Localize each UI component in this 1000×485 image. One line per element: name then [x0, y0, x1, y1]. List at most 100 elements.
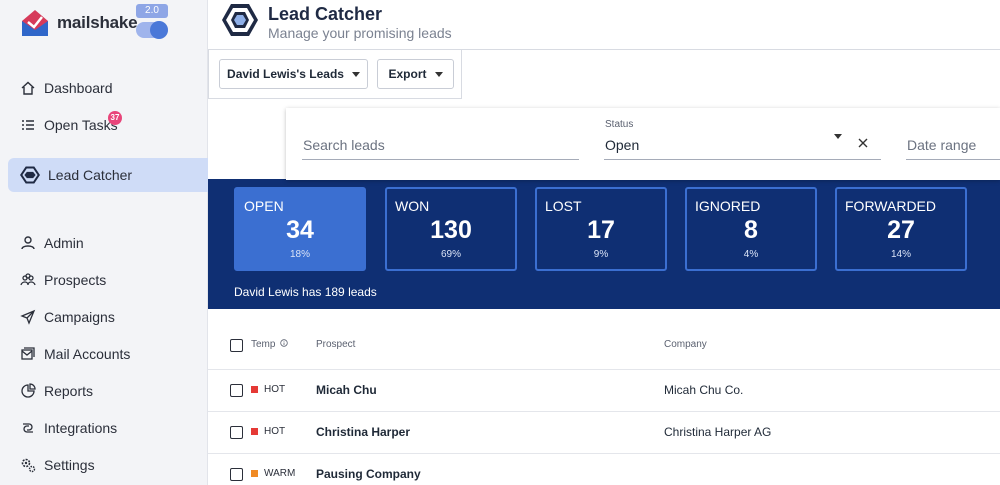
- row-divider: [208, 411, 1000, 412]
- sidebar-item-label: Campaigns: [44, 309, 115, 325]
- sidebar-item-mail-accounts[interactable]: Mail Accounts: [8, 338, 208, 370]
- stat-label: OPEN: [244, 198, 284, 214]
- leads-summary: David Lewis has 189 leads: [234, 285, 377, 299]
- chevron-down-icon[interactable]: [834, 134, 842, 139]
- column-header-company[interactable]: Company: [664, 339, 707, 350]
- sidebar-item-label: Open Tasks: [44, 117, 118, 133]
- sidebar-item-label: Settings: [44, 457, 95, 473]
- sidebar-item-lead-catcher[interactable]: Lead Catcher: [8, 158, 208, 192]
- select-all-checkbox[interactable]: [230, 339, 243, 352]
- status-select[interactable]: Status Open: [604, 118, 881, 160]
- app-logo[interactable]: mailshake: [20, 8, 138, 38]
- version-switch[interactable]: 2.0: [136, 4, 168, 39]
- stat-count: 27: [887, 216, 915, 244]
- stat-percent: 4%: [743, 249, 759, 260]
- app-name: mailshake: [57, 13, 138, 32]
- lead-catcher-icon: [20, 166, 40, 184]
- temperature-label: WARM: [264, 468, 296, 479]
- version-badge: 2.0: [136, 4, 168, 18]
- sidebar-item-label: Reports: [44, 383, 94, 399]
- stat-count: 130: [430, 216, 472, 244]
- people-icon: [20, 273, 36, 286]
- mailshake-logo-icon: [22, 10, 48, 36]
- sidebar-item-open-tasks[interactable]: Open Tasks 37: [8, 109, 208, 141]
- mail-accounts-icon: [21, 347, 35, 360]
- open-tasks-count-badge: 37: [108, 111, 122, 125]
- stat-label: FORWARDED: [845, 198, 936, 214]
- reports-icon: [21, 383, 36, 398]
- stat-count: 34: [286, 216, 314, 244]
- sidebar-item-label: Integrations: [44, 420, 118, 436]
- tasks-icon: [22, 120, 34, 130]
- user-icon: [21, 236, 35, 250]
- clear-icon[interactable]: [858, 138, 868, 148]
- row-checkbox[interactable]: [230, 426, 243, 439]
- temperature-indicator: [251, 428, 258, 435]
- row-checkbox[interactable]: [230, 384, 243, 397]
- stat-percent: 9%: [593, 249, 609, 260]
- column-header-temp[interactable]: Temp: [251, 339, 288, 350]
- sidebar-item-dashboard[interactable]: Dashboard: [8, 72, 208, 104]
- filter-bar: Search leads Status Open Date range: [286, 108, 1000, 180]
- row-divider: [208, 453, 1000, 454]
- date-range-input[interactable]: Date range: [906, 134, 1000, 160]
- sidebar-item-prospects[interactable]: Prospects: [8, 264, 208, 296]
- lead-catcher-header-icon: [222, 4, 258, 36]
- stat-label: IGNORED: [695, 198, 761, 214]
- temperature-indicator: [251, 386, 258, 393]
- stat-card-lost[interactable]: LOST 17 9%: [535, 187, 667, 271]
- chevron-down-icon: [434, 71, 443, 77]
- stat-card-won[interactable]: WON 130 69%: [385, 187, 517, 271]
- chevron-down-icon: [351, 71, 360, 77]
- leads-owner-label: David Lewis's Leads: [227, 67, 344, 81]
- settings-icon: [21, 458, 36, 473]
- sidebar-item-label: Prospects: [44, 272, 107, 288]
- date-range-placeholder: Date range: [907, 137, 977, 153]
- sidebar-item-admin[interactable]: Admin: [8, 227, 208, 259]
- sidebar-item-integrations[interactable]: Integrations: [8, 412, 208, 444]
- temperature-label: HOT: [264, 426, 286, 437]
- toggle-knob: [150, 21, 168, 39]
- sidebar-item-reports[interactable]: Reports: [8, 375, 208, 407]
- search-input[interactable]: Search leads: [302, 134, 579, 160]
- prospect-name[interactable]: Pausing Company: [316, 467, 421, 481]
- row-checkbox[interactable]: [230, 468, 243, 481]
- export-button[interactable]: Export: [377, 59, 454, 89]
- leads-owner-dropdown[interactable]: David Lewis's Leads: [219, 59, 368, 89]
- sidebar-item-label: Lead Catcher: [48, 167, 133, 183]
- stat-label: WON: [395, 198, 430, 214]
- stat-card-open[interactable]: OPEN 34 18%: [234, 187, 366, 271]
- stat-card-forwarded[interactable]: FORWARDED 27 14%: [835, 187, 967, 271]
- temperature-indicator: [251, 470, 258, 477]
- status-value: Open: [605, 137, 640, 153]
- sidebar-item-settings[interactable]: Settings: [8, 449, 208, 481]
- company-name: Micah Chu Co.: [664, 383, 744, 397]
- stat-count: 8: [744, 216, 758, 244]
- toolbar: David Lewis's Leads Export: [208, 50, 462, 99]
- stat-percent: 18%: [289, 249, 310, 260]
- column-header-prospect[interactable]: Prospect: [316, 339, 355, 350]
- sidebar-item-label: Dashboard: [44, 80, 113, 96]
- row-divider: [208, 369, 1000, 370]
- stat-percent: 69%: [440, 249, 461, 260]
- stat-count: 17: [587, 216, 615, 244]
- send-icon: [20, 309, 36, 325]
- company-name: Christina Harper AG: [664, 425, 772, 439]
- page-title: Lead Catcher: [268, 4, 383, 24]
- info-icon[interactable]: [280, 339, 288, 347]
- stat-percent: 14%: [890, 249, 911, 260]
- sidebar: mailshake 2.0 Dashboard Open Tasks 37 Le…: [0, 0, 208, 485]
- version-toggle[interactable]: [136, 21, 168, 39]
- status-label: Status: [605, 119, 634, 130]
- column-label: Temp: [251, 339, 276, 350]
- prospect-name[interactable]: Micah Chu: [316, 383, 377, 397]
- search-placeholder: Search leads: [303, 137, 385, 153]
- prospect-name[interactable]: Christina Harper: [316, 425, 410, 439]
- page-subtitle: Manage your promising leads: [268, 25, 452, 41]
- stat-card-ignored[interactable]: IGNORED 8 4%: [685, 187, 817, 271]
- page-header: Lead Catcher Manage your promising leads: [208, 0, 1000, 50]
- home-icon: [21, 81, 35, 95]
- sidebar-item-label: Mail Accounts: [44, 346, 131, 362]
- sidebar-item-campaigns[interactable]: Campaigns: [8, 301, 208, 333]
- stat-label: LOST: [545, 198, 582, 214]
